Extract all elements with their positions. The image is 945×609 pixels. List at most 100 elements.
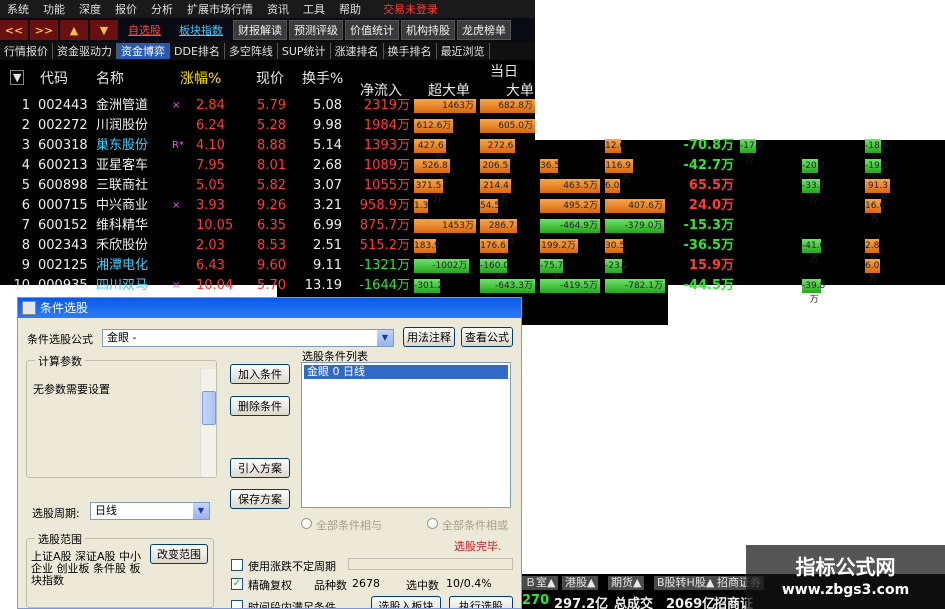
- formula-select[interactable]: 金眼 - ▼: [102, 329, 394, 347]
- menu-extended-market[interactable]: 扩展市场行情: [180, 1, 260, 17]
- header-turnover[interactable]: 换手%: [302, 68, 343, 88]
- table-row[interactable]: 2 002272 川润股份 6.24 5.28 9.98 1984万 612.6万 605.0万: [0, 116, 945, 136]
- execute-select-button[interactable]: 执行选股: [449, 596, 513, 608]
- status-tab-hk[interactable]: 港股▲: [562, 576, 599, 590]
- delete-condition-button[interactable]: 删除条件: [230, 396, 290, 416]
- add-condition-button[interactable]: 加入条件: [230, 364, 290, 384]
- save-scheme-button[interactable]: 保存方案: [230, 489, 290, 509]
- table-row[interactable]: 10 000935 四川双马 × 10.04 5.70 13.19 -1644万 -301.2万…: [0, 276, 945, 305]
- sector-index-link[interactable]: 板块指数: [171, 20, 231, 40]
- status-tab-futures[interactable]: 期货▲: [608, 576, 645, 590]
- table-row[interactable]: 3 600318 巢东股份 R* 4.10 8.88 5.14 1393万 427.6万 272.…: [0, 136, 945, 165]
- status-tab-b[interactable]: Ｂ室▲: [522, 576, 559, 590]
- stock-name: 维科精华: [96, 218, 149, 233]
- down-arrow-icon[interactable]: ▼: [90, 20, 118, 40]
- institution-holding-button[interactable]: 机构持股: [401, 20, 455, 40]
- stock-code: 000935: [38, 278, 88, 293]
- header-code[interactable]: 代码: [40, 68, 68, 88]
- net-inflow: 958.9万: [359, 198, 410, 213]
- menu-news[interactable]: 资讯: [260, 1, 296, 17]
- scroll-thumb[interactable]: [202, 391, 216, 425]
- params-group: 计算参数 无参数需要设置: [26, 353, 217, 478]
- turnover: 9.98: [313, 118, 342, 133]
- stock-flag: ×: [172, 100, 181, 111]
- row-index: 4: [21, 158, 30, 173]
- tab-bull-bear[interactable]: 多空阵线: [225, 43, 278, 59]
- tab-dde-rank[interactable]: DDE排名: [170, 43, 225, 59]
- flow-value: 24.0万: [688, 198, 734, 213]
- irregular-period-checkbox[interactable]: [231, 559, 243, 571]
- tab-fund-game[interactable]: 资金博弈: [117, 43, 170, 59]
- condition-list[interactable]: 金眼 0 日线: [301, 362, 511, 508]
- flow-bar: -20.7万: [802, 159, 826, 185]
- view-formula-button[interactable]: 查看公式: [461, 327, 513, 347]
- trade-login-status[interactable]: 交易未登录: [376, 1, 445, 17]
- select-into-block-button[interactable]: 选股入板块: [371, 596, 441, 608]
- header-pct[interactable]: 涨幅%: [180, 68, 221, 88]
- flow-bar: -782.1万: [605, 279, 665, 293]
- status-tab-b-to-h[interactable]: B股转H股▲: [654, 576, 718, 590]
- menu-analysis[interactable]: 分析: [144, 1, 180, 17]
- header-price[interactable]: 现价: [256, 68, 284, 88]
- header-today: 当日: [490, 64, 518, 80]
- table-row[interactable]: 1 002443 金洲管道 × 2.84 5.79 5.08 2319万 1463万 682.8万: [0, 96, 945, 116]
- row-index: 5: [21, 178, 30, 193]
- table-row[interactable]: 6 000715 中兴商业 × 3.93 9.26 3.21 958.9万 1.3万 54.5万 4…: [0, 196, 945, 225]
- radio-or[interactable]: [427, 518, 438, 529]
- sort-menu-icon[interactable]: ▼: [10, 70, 25, 85]
- back-button[interactable]: <<: [0, 20, 28, 40]
- super-large-bar: 526.8万: [414, 159, 450, 185]
- tab-recent[interactable]: 最近浏览: [437, 43, 490, 59]
- menu-depth[interactable]: 深度: [72, 1, 108, 17]
- flow-value: -44.5万: [683, 278, 734, 293]
- table-row[interactable]: 4 600213 亚星客车 7.95 8.01 2.68 1089万 526.8万 206.5万…: [0, 156, 945, 185]
- watchlist-link[interactable]: 自选股: [120, 20, 169, 40]
- params-scrollbar[interactable]: [200, 369, 216, 477]
- menu-function[interactable]: 功能: [36, 1, 72, 17]
- dialog-title-bar[interactable]: 条件选股: [18, 298, 521, 318]
- large-bar: 272.6万: [480, 139, 516, 165]
- chevron-down-icon[interactable]: ▼: [377, 330, 393, 346]
- flow-bar: -464.9万: [540, 219, 600, 233]
- table-row[interactable]: 9 002125 湘潭电化 6.43 9.60 9.11 -1321万 -1002万 -160.…: [0, 256, 945, 285]
- header-name[interactable]: 名称: [96, 68, 124, 88]
- formula-value: 金眼 -: [107, 331, 137, 344]
- usage-note-button[interactable]: 用法注释: [403, 327, 455, 347]
- condition-item[interactable]: 金眼 0 日线: [304, 365, 508, 379]
- chevron-down-icon[interactable]: ▼: [193, 503, 209, 519]
- forecast-rating-button[interactable]: 预测评级: [289, 20, 343, 40]
- net-inflow: 1393万: [363, 138, 410, 153]
- precise-restore-checkbox[interactable]: ✓: [231, 578, 243, 590]
- watermark-url: www.zbgs3.com: [781, 582, 910, 598]
- menu-help[interactable]: 帮助: [332, 1, 368, 17]
- table-row[interactable]: 7 600152 维科精华 10.05 6.35 6.99 875.7万 1453万 286.7…: [0, 216, 945, 245]
- large-bar: 54.5万: [480, 199, 501, 225]
- menu-system[interactable]: 系统: [0, 1, 36, 17]
- tab-quote[interactable]: 行情报价: [0, 43, 53, 59]
- stock-flag: ×: [172, 200, 181, 211]
- time-condition-label: 时间段内满足条件: [248, 601, 336, 609]
- period-select[interactable]: 日线 ▼: [90, 502, 210, 520]
- time-condition-checkbox[interactable]: [231, 600, 243, 608]
- menu-quote[interactable]: 报价: [108, 1, 144, 17]
- tab-fund-drive[interactable]: 资金驱动力: [53, 43, 117, 59]
- price: 5.79: [257, 98, 286, 113]
- tab-turnover-rank[interactable]: 换手排名: [384, 43, 437, 59]
- menu-tools[interactable]: 工具: [296, 1, 332, 17]
- value-stats-button[interactable]: 价值统计: [345, 20, 399, 40]
- change-range-button[interactable]: 改变范围: [150, 544, 208, 564]
- stock-code: 600213: [38, 158, 88, 173]
- table-row[interactable]: 5 600898 三联商社 5.05 5.82 3.07 1055万 371.5万 214.4万…: [0, 176, 945, 205]
- table-row[interactable]: 8 002343 禾欣股份 2.03 8.53 2.51 515.2万 183.9万 176.6…: [0, 236, 945, 265]
- radio-and[interactable]: [301, 518, 312, 529]
- up-arrow-icon[interactable]: ▲: [60, 20, 88, 40]
- flow-bar: -19.8万: [865, 159, 889, 185]
- super-large-bar: 183.9万: [414, 239, 440, 265]
- net-inflow: 1055万: [363, 178, 410, 193]
- tab-speed-rank[interactable]: 涨速排名: [331, 43, 384, 59]
- tab-sup-stats[interactable]: SUP统计: [278, 43, 331, 59]
- forward-button[interactable]: >>: [30, 20, 58, 40]
- dragon-tiger-button[interactable]: 龙虎榜单: [457, 20, 511, 40]
- import-scheme-button[interactable]: 引入方案: [230, 458, 290, 478]
- financial-report-button[interactable]: 财报解读: [233, 20, 287, 40]
